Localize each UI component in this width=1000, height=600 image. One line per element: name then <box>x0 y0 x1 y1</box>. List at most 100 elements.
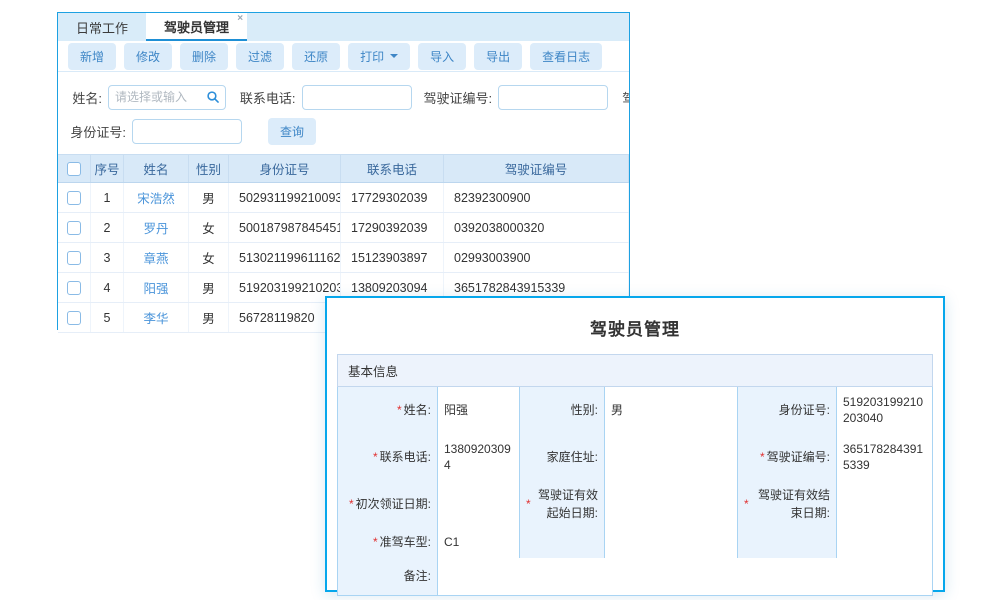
form-label-cell: *驾驶证编号: <box>738 434 837 482</box>
driver-detail-dialog: 驾驶员管理 基本信息 *姓名:阳强性别:男身份证号:51920319921020… <box>325 296 945 592</box>
phone-search-input[interactable] <box>302 85 412 110</box>
required-asterisk: * <box>349 496 354 513</box>
cell-gender: 女 <box>189 243 229 272</box>
driver-name-link[interactable]: 宋浩然 <box>137 188 175 207</box>
toolbar-button-查看日志[interactable]: 查看日志 <box>530 43 602 70</box>
id-search-label: 身份证号: <box>58 122 126 141</box>
form-label-cell: 家庭住址: <box>520 434 605 482</box>
toolbar-button-删除[interactable]: 删除 <box>180 43 228 70</box>
cell-seq: 1 <box>91 183 124 212</box>
form-value-cell <box>438 481 520 529</box>
form-value-cell: 519203199210203040 <box>837 387 933 435</box>
form-label-cell <box>520 528 605 559</box>
cell-name[interactable]: 宋浩然 <box>124 183 189 212</box>
column-header: 驾驶证编号 <box>444 155 629 182</box>
toolbar-button-导出[interactable]: 导出 <box>474 43 522 70</box>
cell-license: 0392038000320 <box>444 213 629 242</box>
column-header: 姓名 <box>124 155 189 182</box>
form-value-cell: 13809203094 <box>438 434 520 482</box>
form-label-cell <box>738 528 837 559</box>
cell-name[interactable]: 阳强 <box>124 273 189 302</box>
close-tab-icon[interactable]: × <box>237 14 243 24</box>
form-label-cell: *驾驶证有效起始日期: <box>520 481 605 529</box>
name-search-wrap <box>108 85 226 110</box>
required-asterisk: * <box>373 449 378 466</box>
cell-phone: 15123903897 <box>341 243 444 272</box>
driver-name-link[interactable]: 阳强 <box>143 278 168 297</box>
toolbar-button-打印[interactable]: 打印 <box>348 43 410 70</box>
table-row: 3章燕女513021199611162847151239038970299300… <box>58 243 629 273</box>
form-value-cell <box>605 481 738 529</box>
form-value-cell <box>837 481 933 529</box>
toolbar-button-过滤[interactable]: 过滤 <box>236 43 284 70</box>
toolbar-button-修改[interactable]: 修改 <box>124 43 172 70</box>
form-value-cell <box>837 528 933 559</box>
form-value-cell: 3651782843915339 <box>837 434 933 482</box>
driver-management-window: 日常工作 驾驶员管理 × 新增修改删除过滤还原打印导入导出查看日志 姓名: 联系… <box>57 12 630 330</box>
toolbar: 新增修改删除过滤还原打印导入导出查看日志 <box>58 41 629 72</box>
cell-seq: 2 <box>91 213 124 242</box>
form-label-cell: *驾驶证有效结束日期: <box>738 481 837 529</box>
search-icon[interactable] <box>206 90 220 104</box>
license-search-label: 驾驶证编号: <box>424 88 493 107</box>
form-value-cell: 阳强 <box>438 387 520 435</box>
toolbar-button-还原[interactable]: 还原 <box>292 43 340 70</box>
tab-bar: 日常工作 驾驶员管理 × <box>58 13 629 41</box>
id-search-input[interactable] <box>132 119 242 144</box>
required-asterisk: * <box>526 496 531 513</box>
toolbar-button-导入[interactable]: 导入 <box>418 43 466 70</box>
required-asterisk: * <box>760 449 765 466</box>
cell-gender: 男 <box>189 183 229 212</box>
cell-license: 02993003900 <box>444 243 629 272</box>
form-label-cell: *准驾车型: <box>338 528 438 559</box>
cell-phone: 17729302039 <box>341 183 444 212</box>
row-checkbox[interactable] <box>67 311 81 325</box>
cell-seq: 5 <box>91 303 124 332</box>
cell-name[interactable]: 罗丹 <box>124 213 189 242</box>
form-label-cell: 性别: <box>520 387 605 435</box>
tab-daily-work[interactable]: 日常工作 <box>58 13 146 41</box>
form-label-cell: 备注: <box>338 558 438 596</box>
cell-name[interactable]: 章燕 <box>124 243 189 272</box>
row-checkbox[interactable] <box>67 251 81 265</box>
driver-name-link[interactable]: 章燕 <box>143 248 168 267</box>
select-all-checkbox[interactable] <box>67 162 81 176</box>
column-header: 序号 <box>91 155 124 182</box>
cell-name[interactable]: 李华 <box>124 303 189 332</box>
search-row-1: 姓名: 联系电话: 驾驶证编号: 驾 <box>58 80 629 114</box>
cell-gender: 女 <box>189 213 229 242</box>
row-checkbox[interactable] <box>67 281 81 295</box>
cell-gender: 男 <box>189 273 229 302</box>
required-asterisk: * <box>744 496 749 513</box>
table-row: 1宋浩然男50293119921009393017729302039823923… <box>58 183 629 213</box>
form-label-cell: *联系电话: <box>338 434 438 482</box>
driver-table-header: 序号姓名性别身份证号联系电话驾驶证编号 <box>58 155 629 183</box>
cell-license: 82392300900 <box>444 183 629 212</box>
dropdown-caret-icon <box>390 54 398 62</box>
table-row: 2 罗丹 女500187987845451245172903920390392038… <box>58 213 629 243</box>
query-button[interactable]: 查询 <box>268 118 316 145</box>
tab-driver-management[interactable]: 驾驶员管理 × <box>146 13 247 41</box>
row-checkbox[interactable] <box>67 191 81 205</box>
cell-phone: 17290392039 <box>341 213 444 242</box>
driver-name-link[interactable]: 李华 <box>143 308 168 327</box>
form-label-cell: *初次领证日期: <box>338 481 438 529</box>
toolbar-button-新增[interactable]: 新增 <box>68 43 116 70</box>
basic-info-section-header: 基本信息 <box>337 354 933 387</box>
license-search-input[interactable] <box>498 85 608 110</box>
form-label-cell: 身份证号: <box>738 387 837 435</box>
required-asterisk: * <box>397 402 402 419</box>
cell-id: 513021199611162847 <box>229 243 341 272</box>
form-label-cell: *姓名: <box>338 387 438 435</box>
column-header: 性别 <box>189 155 229 182</box>
required-asterisk: * <box>373 534 378 551</box>
form-value-cell <box>605 528 738 559</box>
form-value-cell <box>605 434 738 482</box>
phone-search-label: 联系电话: <box>238 88 296 107</box>
search-row-2: 身份证号: 查询 <box>58 114 629 148</box>
cell-gender: 男 <box>189 303 229 332</box>
row-checkbox[interactable] <box>67 221 81 235</box>
driver-name-link[interactable]: 罗丹 <box>143 218 168 237</box>
form-value-cell: 男 <box>605 387 738 435</box>
cell-id: 500187987845451245 <box>229 213 341 242</box>
